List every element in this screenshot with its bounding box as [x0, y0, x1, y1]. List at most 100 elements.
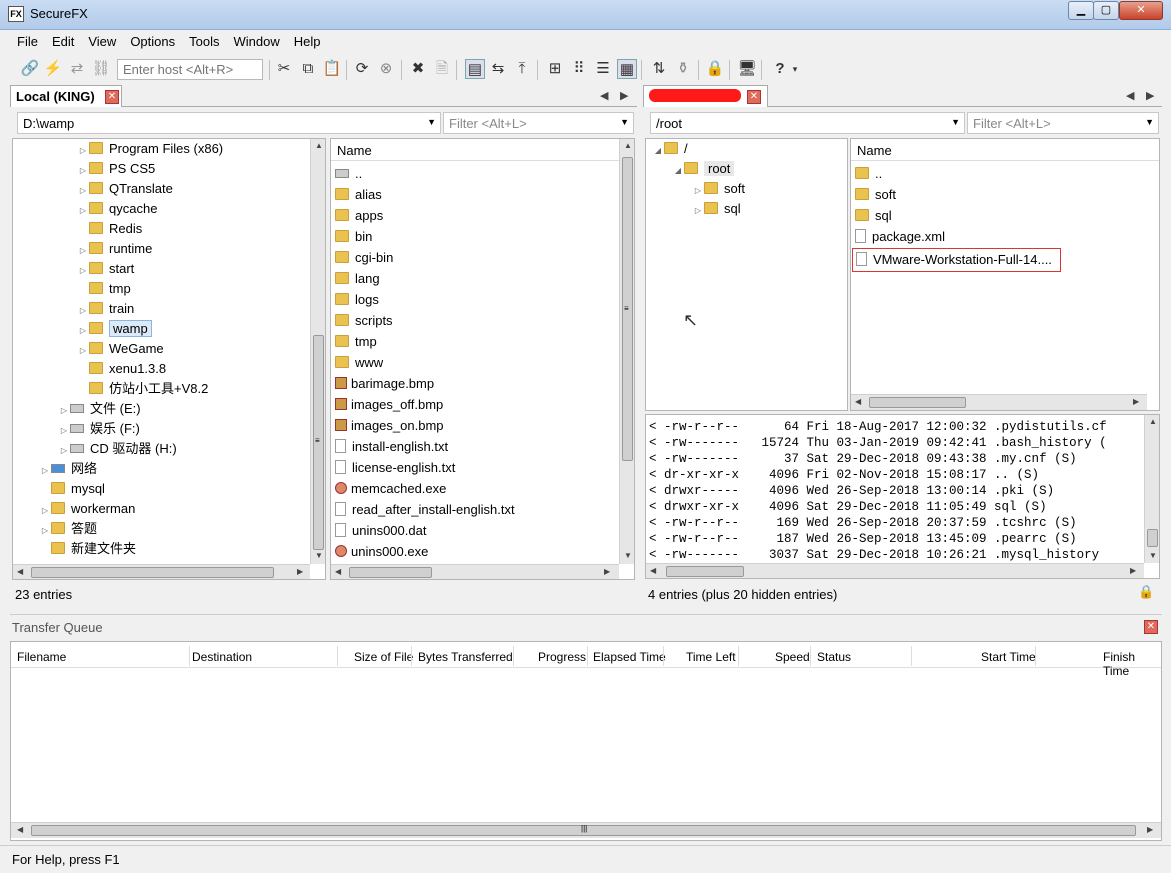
menu-file[interactable]: File — [10, 31, 45, 52]
tab-right-icon[interactable]: ▶ — [1146, 89, 1154, 102]
maximize-button[interactable]: ▢ — [1093, 1, 1119, 20]
col-start-time[interactable]: Start Time — [981, 650, 1036, 664]
sync-browse-icon[interactable]: ⇆ — [488, 59, 508, 79]
large-icons-icon[interactable]: ⊞ — [545, 59, 565, 79]
close-queue-icon[interactable]: ✕ — [1144, 620, 1158, 634]
menu-options[interactable]: Options — [123, 31, 182, 52]
local-path-combo[interactable]: D:\wamp ▼ — [17, 112, 441, 134]
queue-hscroll[interactable]: ◀ ||| ▶ — [11, 822, 1161, 838]
menu-tools[interactable]: Tools — [182, 31, 226, 52]
file-row[interactable]: alias — [335, 185, 382, 205]
tree-item[interactable]: 仿站小工具+V8.2 — [77, 379, 208, 399]
file-row[interactable]: unins000.dat — [335, 521, 426, 541]
col-destination[interactable]: Destination — [192, 650, 252, 664]
expand-icon[interactable]: ▷ — [77, 241, 89, 261]
file-row[interactable]: www — [335, 353, 383, 373]
local-tree-hscroll[interactable]: ◀ ▶ — [13, 564, 310, 579]
col-status[interactable]: Status — [817, 650, 851, 664]
properties-icon[interactable]: 🗎 — [432, 59, 452, 79]
tree-item[interactable]: ▷ Program Files (x86) — [77, 139, 223, 159]
expand-icon[interactable]: ▷ — [39, 521, 51, 541]
reconnect-icon[interactable]: ⇄ — [67, 59, 87, 79]
remote-list-hscroll[interactable]: ◀ ▶ — [851, 394, 1147, 410]
file-row[interactable]: tmp — [335, 332, 377, 352]
delete-icon[interactable]: ✖ — [408, 59, 428, 79]
help-icon[interactable]: ? — [770, 59, 790, 79]
file-row[interactable]: memcached.exe — [335, 479, 446, 499]
local-filter-combo[interactable]: Filter <Alt+L> ▼ — [443, 112, 634, 134]
tree-item[interactable]: ▷ PS CS5 — [77, 159, 155, 179]
stop-icon[interactable]: ⊗ — [376, 59, 396, 79]
close-tab-icon[interactable]: ✕ — [105, 90, 119, 104]
expand-icon[interactable]: ▷ — [692, 201, 704, 221]
tree-item[interactable]: ▷ workerman — [39, 499, 135, 519]
col-filename[interactable]: Filename — [17, 650, 66, 664]
tree-item[interactable]: ◢ / — [652, 139, 688, 159]
expand-icon[interactable]: ▷ — [692, 181, 704, 201]
lock-icon[interactable]: 🔒 — [705, 59, 725, 79]
remote-name-header[interactable]: Name — [851, 139, 1159, 161]
expand-icon[interactable]: ▷ — [77, 261, 89, 281]
tab-left-icon[interactable]: ◀ — [600, 89, 608, 102]
paste-icon[interactable]: 📋 — [322, 59, 342, 79]
expand-icon[interactable]: ◢ — [652, 141, 664, 161]
tree-item[interactable]: ▷ 文件 (E:) — [58, 399, 141, 419]
file-row[interactable]: cgi-bin — [335, 248, 393, 268]
expand-icon[interactable]: ▷ — [77, 161, 89, 181]
menu-window[interactable]: Window — [226, 31, 286, 52]
menu-view[interactable]: View — [81, 31, 123, 52]
up-folder-icon[interactable]: ⤒ — [512, 59, 532, 79]
scroll-thumb[interactable] — [31, 567, 274, 578]
tree-item[interactable]: ▷ 网络 — [39, 459, 97, 479]
col-speed[interactable]: Speed — [775, 650, 810, 664]
session-manager-icon[interactable]: 🖥 — [737, 59, 757, 79]
log-vscroll[interactable]: ▲ ▼ — [1144, 415, 1159, 563]
file-row[interactable]: read_after_install-english.txt — [335, 500, 515, 520]
expand-icon[interactable]: ▷ — [77, 301, 89, 321]
small-icons-icon[interactable]: ⠿ — [569, 59, 589, 79]
file-row[interactable]: apps — [335, 206, 383, 226]
expand-icon[interactable]: ▷ — [77, 141, 89, 161]
expand-icon[interactable]: ▷ — [39, 501, 51, 521]
tree-item[interactable]: 新建文件夹 — [39, 539, 136, 559]
scroll-thumb[interactable]: ||| — [31, 824, 1136, 836]
tree-item[interactable]: ▷ QTranslate — [77, 179, 173, 199]
file-row[interactable]: .. — [335, 164, 362, 184]
scroll-thumb[interactable]: ≡ — [622, 157, 633, 461]
file-row[interactable]: package.xml — [855, 227, 945, 247]
transfer-direction-icon[interactable]: ⇅ — [649, 59, 669, 79]
remote-filter-combo[interactable]: Filter <Alt+L> ▼ — [967, 112, 1159, 134]
tree-item[interactable]: ▷ CD 驱动器 (H:) — [58, 439, 177, 459]
scroll-thumb[interactable] — [869, 397, 966, 408]
scroll-thumb[interactable]: ≡ — [313, 335, 324, 550]
tab-right-icon[interactable]: ▶ — [620, 89, 628, 102]
details-view-icon[interactable]: ▦ — [617, 59, 637, 79]
minimize-button[interactable]: ▁ — [1068, 1, 1094, 20]
expand-icon[interactable]: ▷ — [58, 401, 70, 421]
scroll-thumb[interactable] — [666, 566, 744, 577]
tree-item[interactable]: ▷ sql — [692, 199, 741, 219]
local-list-vscroll[interactable]: ▲ ≡ ▼ — [619, 139, 634, 564]
col-size[interactable]: Size of File — [354, 650, 413, 664]
expand-icon[interactable]: ▷ — [58, 441, 70, 461]
col-progress[interactable]: Progress — [538, 650, 586, 664]
file-row[interactable]: .. — [855, 164, 882, 184]
expand-icon[interactable]: ▷ — [77, 341, 89, 361]
file-row[interactable]: sql — [855, 206, 892, 226]
tree-item[interactable]: ▷ WeGame — [77, 339, 164, 359]
expand-icon[interactable]: ▷ — [77, 321, 89, 341]
remote-path-combo[interactable]: /root ▼ — [650, 112, 965, 134]
scroll-thumb[interactable] — [349, 567, 432, 578]
tree-item[interactable]: Redis — [77, 219, 142, 239]
file-row[interactable]: images_on.bmp — [335, 416, 444, 436]
tab-left-icon[interactable]: ◀ — [1126, 89, 1134, 102]
file-row[interactable]: bin — [335, 227, 372, 247]
file-row[interactable]: logs — [335, 290, 379, 310]
file-row[interactable]: unins000.exe — [335, 542, 428, 562]
expand-icon[interactable]: ▷ — [77, 201, 89, 221]
col-bytes[interactable]: Bytes Transferred — [418, 650, 513, 664]
col-elapsed[interactable]: Elapsed Time — [593, 650, 666, 664]
tree-item[interactable]: ▷ 答题 — [39, 519, 97, 539]
menu-edit[interactable]: Edit — [45, 31, 81, 52]
list-view-icon[interactable]: ☰ — [593, 59, 613, 79]
